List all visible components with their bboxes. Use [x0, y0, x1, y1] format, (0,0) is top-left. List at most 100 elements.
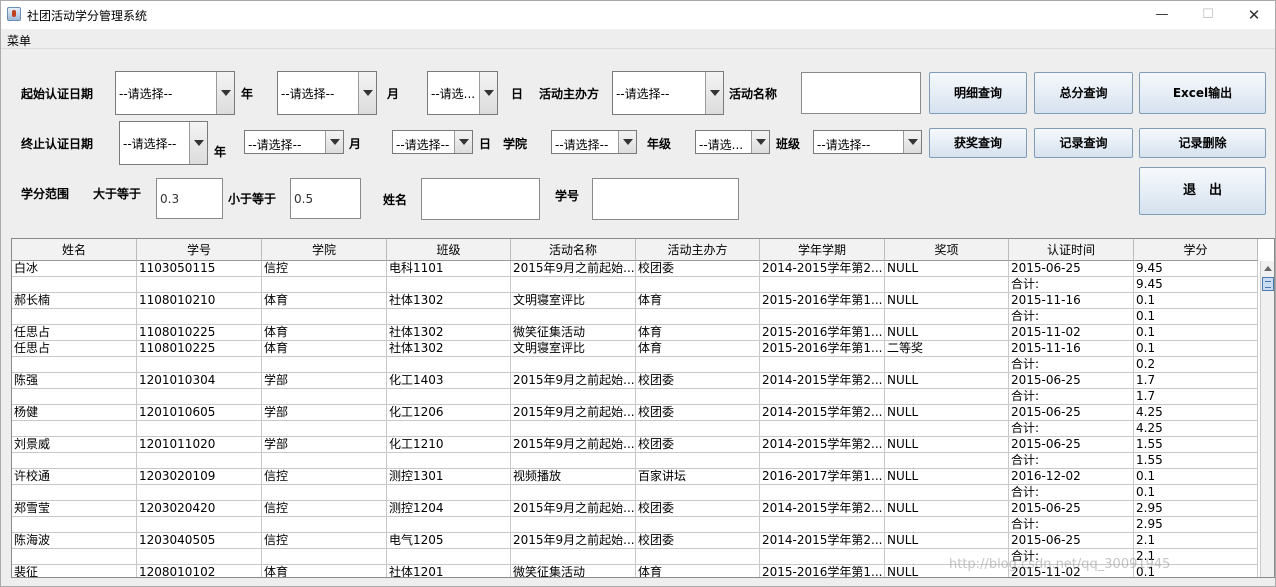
table-cell	[12, 549, 137, 565]
chevron-down-icon	[705, 72, 723, 114]
table-row[interactable]: 刘景威 1201011020 学部 化工1210 2015年9月之前起始... 校团委 20…	[12, 437, 1258, 453]
excel-export-button[interactable]: Excel输出	[1139, 72, 1266, 114]
table-cell: 微笑征集活动	[511, 325, 636, 341]
end-month-select[interactable]: --请选择--	[244, 130, 344, 154]
table-cell	[636, 517, 760, 533]
column-header[interactable]: 班级	[387, 239, 511, 261]
table-cell: 体育	[636, 341, 760, 357]
table-cell: 测控1204	[387, 501, 511, 517]
table-row[interactable]: 杨健 1201010605 学部 化工1206 2015年9月之前起始... 校团委 201…	[12, 405, 1258, 421]
table-row[interactable]: 合计: 1.7	[12, 389, 1258, 405]
table-cell: 校团委	[636, 437, 760, 453]
credit-max-input[interactable]: 0.5	[290, 178, 361, 219]
table-row[interactable]: 白冰 1103050115 信控 电科1101 2015年9月之前起始... 校团委 201…	[12, 261, 1258, 277]
student-id-input[interactable]	[592, 178, 739, 220]
detail-query-button[interactable]: 明细查询	[929, 72, 1027, 114]
table-cell: 微笑征集活动	[511, 565, 636, 577]
table-row[interactable]: 任思占 1108010225 体育 社体1302 微笑征集活动 体育 2015-2016学年…	[12, 325, 1258, 341]
query-panel: 起始认证日期 --请选择-- 年 --请选择-- 月 --请选... 日 活动主…	[1, 51, 1275, 237]
table-row[interactable]: 合计: 9.45	[12, 277, 1258, 293]
chevron-down-icon	[618, 131, 636, 153]
table-row[interactable]: 任思占 1108010225 体育 社体1302 文明寝室评比 体育 2015-2016学年…	[12, 341, 1258, 357]
table-cell: 合计:	[1009, 389, 1134, 405]
table-cell: NULL	[885, 469, 1009, 485]
table-cell: 1201011020	[137, 437, 262, 453]
column-header[interactable]: 姓名	[12, 239, 137, 261]
grade-select[interactable]: --请选...	[695, 130, 770, 154]
table-cell: 2015-2016学年第1...	[760, 565, 885, 577]
table-cell: 合计:	[1009, 357, 1134, 373]
scroll-thumb[interactable]	[1262, 277, 1274, 291]
chevron-down-icon	[325, 131, 343, 153]
table-cell	[511, 421, 636, 437]
table-row[interactable]: 合计: 0.2	[12, 357, 1258, 373]
name-label: 姓名	[383, 193, 408, 207]
start-year-select[interactable]: --请选择--	[115, 71, 235, 115]
table-cell: 学部	[262, 437, 387, 453]
table-row[interactable]: 郑雪莹 1203020420 信控 测控1204 2015年9月之前起始... 校团委 20…	[12, 501, 1258, 517]
college-select[interactable]: --请选择--	[551, 130, 637, 154]
award-query-button[interactable]: 获奖查询	[929, 128, 1027, 158]
record-query-button[interactable]: 记录查询	[1034, 128, 1133, 158]
table-row[interactable]: 合计: 4.25	[12, 421, 1258, 437]
end-year-select[interactable]: --请选择--	[119, 121, 208, 165]
column-header[interactable]: 学号	[137, 239, 262, 261]
column-header[interactable]: 学分	[1134, 239, 1258, 261]
table-cell: 0.1	[1134, 325, 1258, 341]
table-cell: 2015-06-25	[1009, 533, 1134, 549]
table-row[interactable]: 许校通 1203020109 信控 测控1301 视频播放 百家讲坛 2016-2017学年…	[12, 469, 1258, 485]
table-cell: 学部	[262, 373, 387, 389]
table-cell: NULL	[885, 533, 1009, 549]
table-row[interactable]: 合计: 0.1	[12, 309, 1258, 325]
table-cell: 合计:	[1009, 309, 1134, 325]
menu-main[interactable]: 菜单	[7, 32, 31, 49]
table-cell	[137, 549, 262, 565]
table-row[interactable]: 合计: 2.95	[12, 517, 1258, 533]
start-month-select[interactable]: --请选择--	[277, 71, 377, 115]
column-header[interactable]: 活动名称	[511, 239, 636, 261]
table-cell	[137, 517, 262, 533]
start-day-select[interactable]: --请选...	[427, 71, 498, 115]
record-delete-button[interactable]: 记录删除	[1139, 128, 1266, 158]
table-row[interactable]: 陈海波 1203040505 信控 电气1205 2015年9月之前起始... 校团委 20…	[12, 533, 1258, 549]
column-header[interactable]: 学院	[262, 239, 387, 261]
close-button[interactable]: ✕	[1231, 1, 1275, 29]
class-select[interactable]: --请选择--	[813, 130, 922, 154]
java-app-icon	[7, 7, 21, 21]
table-cell: 1108010225	[137, 325, 262, 341]
scroll-up-arrow-icon[interactable]	[1261, 261, 1274, 275]
table-row[interactable]: 郝长楠 1108010210 体育 社体1302 文明寝室评比 体育 2015-2016学年…	[12, 293, 1258, 309]
column-header[interactable]: 奖项	[885, 239, 1009, 261]
table-row[interactable]: 合计: 0.1	[12, 485, 1258, 501]
maximize-button[interactable]: ☐	[1185, 1, 1231, 29]
activity-name-input[interactable]	[801, 72, 921, 114]
end-month-unit: 月	[349, 137, 362, 151]
vertical-scrollbar[interactable]	[1260, 261, 1274, 577]
table-row[interactable]: 陈强 1201010304 学部 化工1403 2015年9月之前起始... 校团委 201…	[12, 373, 1258, 389]
table-cell: 校团委	[636, 373, 760, 389]
end-day-select[interactable]: --请选择--	[392, 130, 473, 154]
table-cell: 许校通	[12, 469, 137, 485]
organizer-select[interactable]: --请选择--	[612, 71, 724, 115]
column-header[interactable]: 活动主办方	[636, 239, 760, 261]
table-cell	[636, 485, 760, 501]
table-cell: 2015-06-25	[1009, 373, 1134, 389]
table-cell: 1.55	[1134, 453, 1258, 469]
name-input[interactable]	[421, 178, 540, 220]
column-header[interactable]: 认证时间	[1009, 239, 1134, 261]
exit-button[interactable]: 退 出	[1139, 167, 1266, 215]
table-cell: 1203040505	[137, 533, 262, 549]
table-row[interactable]: 合计: 1.55	[12, 453, 1258, 469]
table-cell: 化工1206	[387, 405, 511, 421]
table-cell: 电科1101	[387, 261, 511, 277]
column-header[interactable]: 学年学期	[760, 239, 885, 261]
table-cell	[262, 277, 387, 293]
table-cell	[511, 485, 636, 501]
minimize-button[interactable]: —	[1139, 1, 1185, 29]
table-cell: 2015年9月之前起始...	[511, 437, 636, 453]
total-query-button[interactable]: 总分查询	[1034, 72, 1133, 114]
table-cell	[262, 517, 387, 533]
credit-min-input[interactable]: 0.3	[156, 178, 223, 219]
table-cell	[262, 421, 387, 437]
table-cell	[137, 453, 262, 469]
